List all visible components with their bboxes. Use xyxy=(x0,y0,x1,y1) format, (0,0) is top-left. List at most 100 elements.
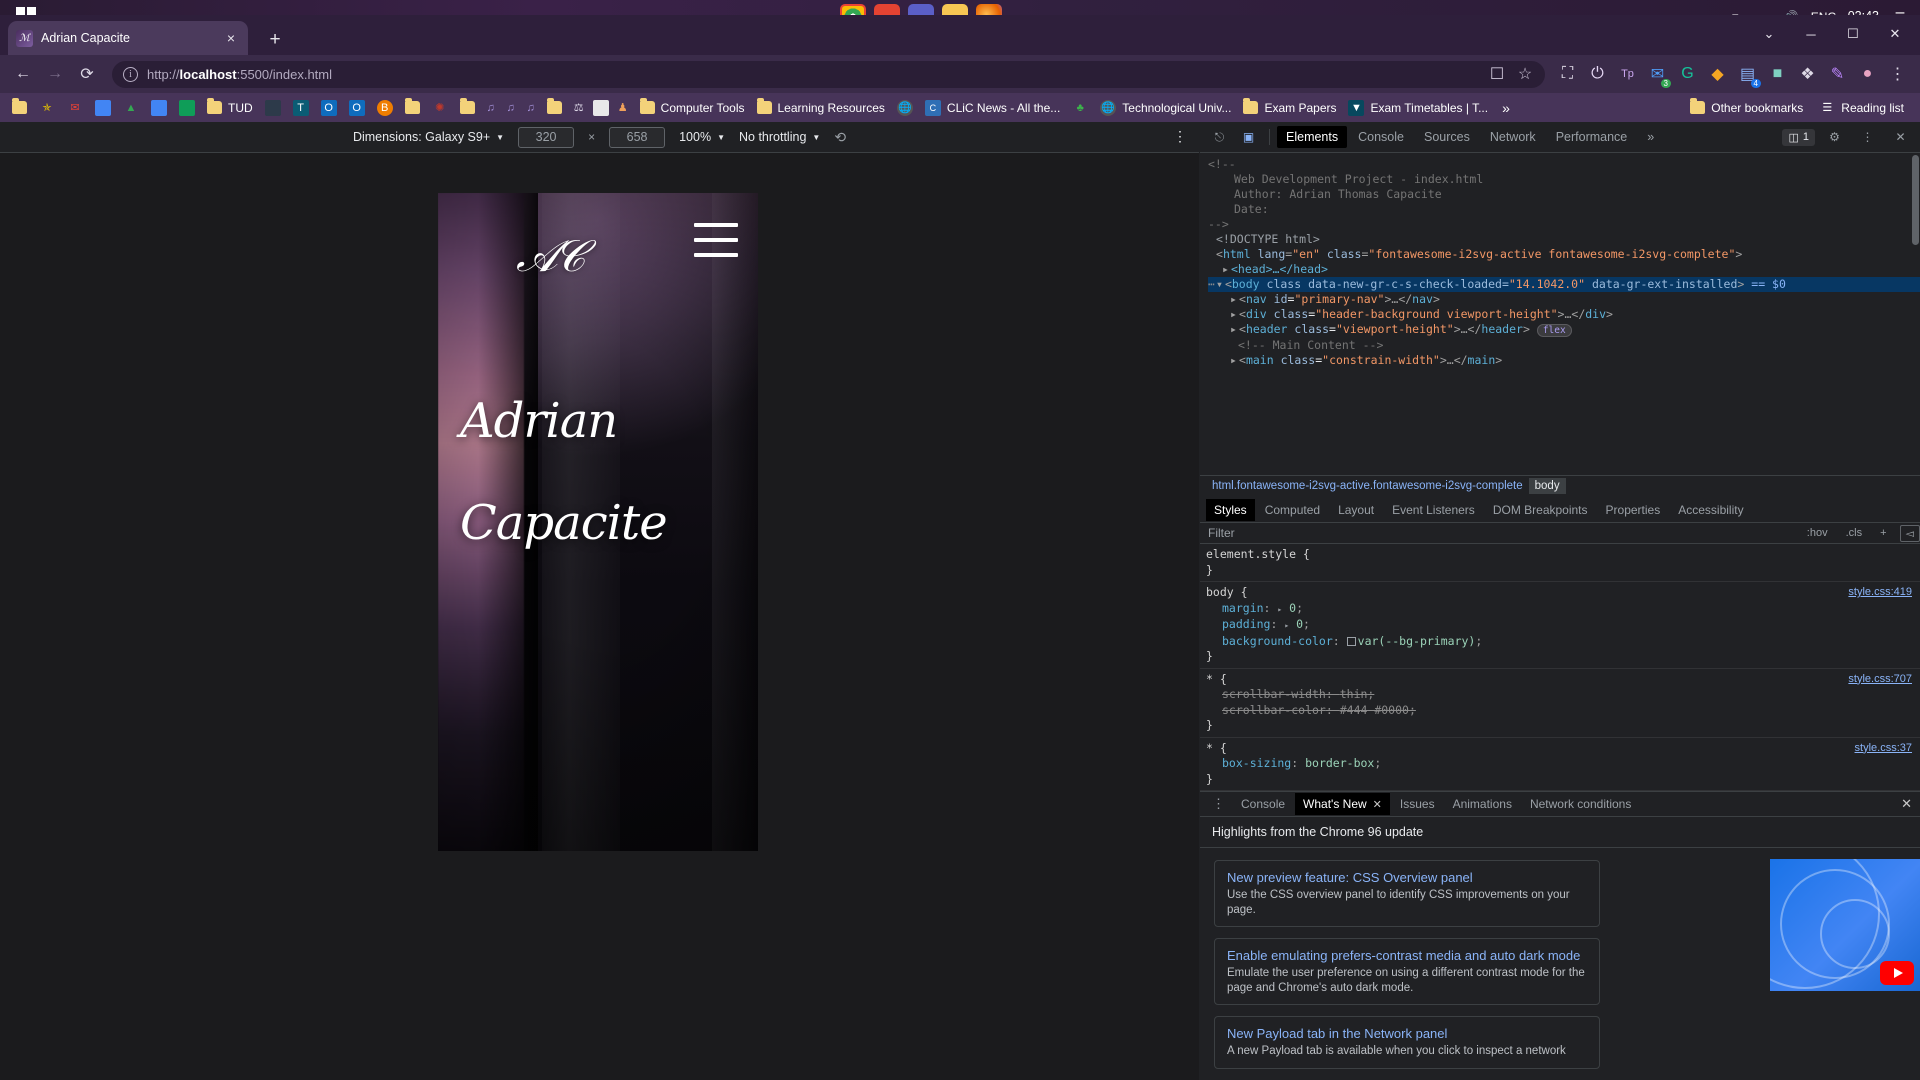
viewport-width-input[interactable]: 320 xyxy=(518,126,575,148)
style-rule[interactable]: style.css:419 body { margin: ▸ 0; paddin… xyxy=(1200,582,1920,669)
bookmark-item[interactable]: B xyxy=(371,97,399,119)
rotate-icon[interactable]: ⟲ xyxy=(834,129,846,146)
hamburger-menu-icon[interactable] xyxy=(694,223,738,257)
whats-new-card-title[interactable]: New preview feature: CSS Overview panel xyxy=(1227,870,1587,885)
style-declaration[interactable]: box-sizing: border-box; xyxy=(1206,756,1920,772)
back-button[interactable]: ← xyxy=(8,59,38,89)
drawer-tab-close-icon[interactable]: ✕ xyxy=(1373,798,1382,811)
style-rule-selector[interactable]: body { xyxy=(1206,585,1920,601)
tab-performance[interactable]: Performance xyxy=(1547,126,1637,148)
bookmark-item[interactable]: ♣ xyxy=(1066,97,1094,119)
bookmark-item-exam-papers[interactable]: Exam Papers xyxy=(1237,98,1342,118)
style-rule-source[interactable]: style.css:37 xyxy=(1855,741,1912,757)
dom-nav-node[interactable]: ▸ <nav id="primary-nav">…</nav> xyxy=(1208,292,1920,307)
color-swatch[interactable] xyxy=(1346,636,1356,646)
hov-toggle-button[interactable]: :hov xyxy=(1802,526,1833,540)
bookmark-item[interactable]: ⚖ xyxy=(568,97,590,119)
bookmark-item-clic-news[interactable]: C CLiC News - All the... xyxy=(919,97,1066,119)
style-rule-selector[interactable]: * { xyxy=(1206,672,1920,688)
tab-event-listeners[interactable]: Event Listeners xyxy=(1384,499,1483,521)
viewport-height-input[interactable]: 658 xyxy=(609,126,666,148)
style-declaration[interactable]: scrollbar-color: #444 #0000; xyxy=(1206,703,1920,719)
computed-sidebar-toggle-icon[interactable]: ◅ xyxy=(1899,524,1920,542)
forward-button[interactable]: → xyxy=(40,59,70,89)
bookmark-item[interactable] xyxy=(145,97,173,119)
more-tabs-button[interactable]: » xyxy=(1638,126,1663,148)
breadcrumb-body[interactable]: body xyxy=(1528,478,1566,494)
site-logo[interactable]: 𝒜𝒞 xyxy=(516,231,626,283)
dom-header-node[interactable]: ▸ <header class="viewport-height">…</head… xyxy=(1208,322,1920,338)
devtools-kebab-icon[interactable]: ⋮ xyxy=(1854,125,1881,149)
pen-extension-icon[interactable]: ✎ xyxy=(1823,60,1852,89)
maximize-button[interactable]: ☐ xyxy=(1834,19,1872,49)
bookmark-item[interactable] xyxy=(173,97,201,119)
close-devtools-icon[interactable]: ✕ xyxy=(1887,125,1914,149)
dom-tree-scrollbar[interactable] xyxy=(1911,153,1920,475)
tab-accessibility[interactable]: Accessibility xyxy=(1670,499,1751,521)
mail-extension-icon[interactable]: ✉ 3 xyxy=(1643,60,1672,89)
emulated-device-frame[interactable]: 𝒜𝒞 Adrian Capacite xyxy=(438,193,758,851)
youtube-play-icon[interactable] xyxy=(1880,961,1914,985)
chrome-menu-icon[interactable]: ⋮ xyxy=(1883,60,1912,89)
dom-head-node[interactable]: ▸ <head>…</head> xyxy=(1208,262,1920,277)
whats-new-card-title[interactable]: Enable emulating prefers-contrast media … xyxy=(1227,948,1587,963)
style-rule[interactable]: style.css:37 * { box-sizing: border-box;… xyxy=(1200,738,1920,791)
bookmark-item[interactable]: ♫ xyxy=(481,97,501,119)
dom-div-node[interactable]: ▸ <div class="header-background viewport-… xyxy=(1208,307,1920,322)
new-style-rule-button[interactable]: + xyxy=(1875,526,1891,540)
bookmark-item[interactable] xyxy=(89,97,117,119)
reload-button[interactable]: ⟳ xyxy=(72,59,102,89)
drawer-tab-console[interactable]: Console xyxy=(1233,793,1293,815)
bookmark-item-computer-tools[interactable]: Computer Tools xyxy=(634,98,751,118)
bookmark-item[interactable]: O xyxy=(343,97,371,119)
share-icon[interactable]: ☐ xyxy=(1488,65,1506,83)
bookmark-item[interactable]: ♫ xyxy=(501,97,521,119)
style-rule-selector[interactable]: * { xyxy=(1206,741,1920,757)
bookmark-item[interactable]: ▲ xyxy=(117,97,145,119)
gear-icon[interactable]: ⚙ xyxy=(1821,125,1848,149)
style-rule-source[interactable]: style.css:419 xyxy=(1848,585,1912,601)
translate-extension-icon[interactable]: Tp xyxy=(1613,60,1642,89)
bookmark-item[interactable]: ✺ xyxy=(426,97,454,119)
bookmarks-overflow-button[interactable]: » xyxy=(1494,100,1518,116)
drawer-tab-animations[interactable]: Animations xyxy=(1445,793,1520,815)
style-rule[interactable]: style.css:707 * { scrollbar-width: thin;… xyxy=(1200,669,1920,738)
bookmark-item[interactable]: ♟ xyxy=(612,97,634,119)
styles-filter-input[interactable]: Filter xyxy=(1208,526,1794,540)
tab-dom-breakpoints[interactable]: DOM Breakpoints xyxy=(1485,499,1596,521)
address-bar[interactable]: i http://localhost:5500/index.html ☐ ☆ xyxy=(112,60,1545,88)
bookmark-item-exam-timetables[interactable]: ▼ Exam Timetables | T... xyxy=(1342,97,1494,119)
bookmark-item-technological-university[interactable]: 🌐 Technological Univ... xyxy=(1094,97,1237,119)
style-declaration[interactable]: scrollbar-width: thin; xyxy=(1206,687,1920,703)
bookmark-item[interactable] xyxy=(399,98,426,117)
whats-new-video-thumbnail[interactable] xyxy=(1770,859,1920,991)
style-declaration[interactable]: margin: ▸ 0; xyxy=(1206,601,1920,618)
style-rule[interactable]: element.style { } xyxy=(1200,544,1920,582)
tab-layout[interactable]: Layout xyxy=(1330,499,1382,521)
bookmark-item[interactable]: O xyxy=(315,97,343,119)
bookmark-item[interactable] xyxy=(6,98,33,117)
drawer-tab-issues[interactable]: Issues xyxy=(1392,793,1443,815)
drawer-tab-whats-new[interactable]: What's New ✕ xyxy=(1295,793,1390,815)
inspect-element-icon[interactable]: ⎋ xyxy=(1206,125,1233,149)
tab-computed[interactable]: Computed xyxy=(1257,499,1328,521)
dom-main-node[interactable]: ▸ <main class="constrain-width">…</main> xyxy=(1208,353,1920,368)
device-preset-selector[interactable]: Dimensions: Galaxy S9+ ▼ xyxy=(353,130,504,144)
flex-badge[interactable]: flex xyxy=(1536,324,1572,337)
tab-network[interactable]: Network xyxy=(1481,126,1545,148)
whats-new-card[interactable]: New Payload tab in the Network panel A n… xyxy=(1214,1016,1600,1069)
throttling-selector[interactable]: No throttling ▼ xyxy=(739,130,820,144)
drawer-tab-network-conditions[interactable]: Network conditions xyxy=(1522,793,1639,815)
close-window-button[interactable]: ✕ xyxy=(1876,19,1914,49)
drawer-kebab-icon[interactable]: ⋮ xyxy=(1206,796,1231,812)
style-declaration[interactable]: padding: ▸ 0; xyxy=(1206,617,1920,634)
style-rule-source[interactable]: style.css:707 xyxy=(1848,672,1912,688)
bookmark-item[interactable]: ✯ xyxy=(33,97,61,119)
profile-avatar-icon[interactable]: ● xyxy=(1853,60,1882,89)
toggle-device-toolbar-icon[interactable]: ▣ xyxy=(1235,125,1262,149)
bookmark-item-tud[interactable]: TUD xyxy=(201,98,259,118)
style-rule-selector[interactable]: element.style { xyxy=(1206,547,1920,563)
bookmark-item[interactable]: ✉ xyxy=(61,97,89,119)
new-tab-button[interactable]: + xyxy=(262,27,288,53)
reading-list-button[interactable]: ☰ Reading list xyxy=(1813,97,1910,119)
